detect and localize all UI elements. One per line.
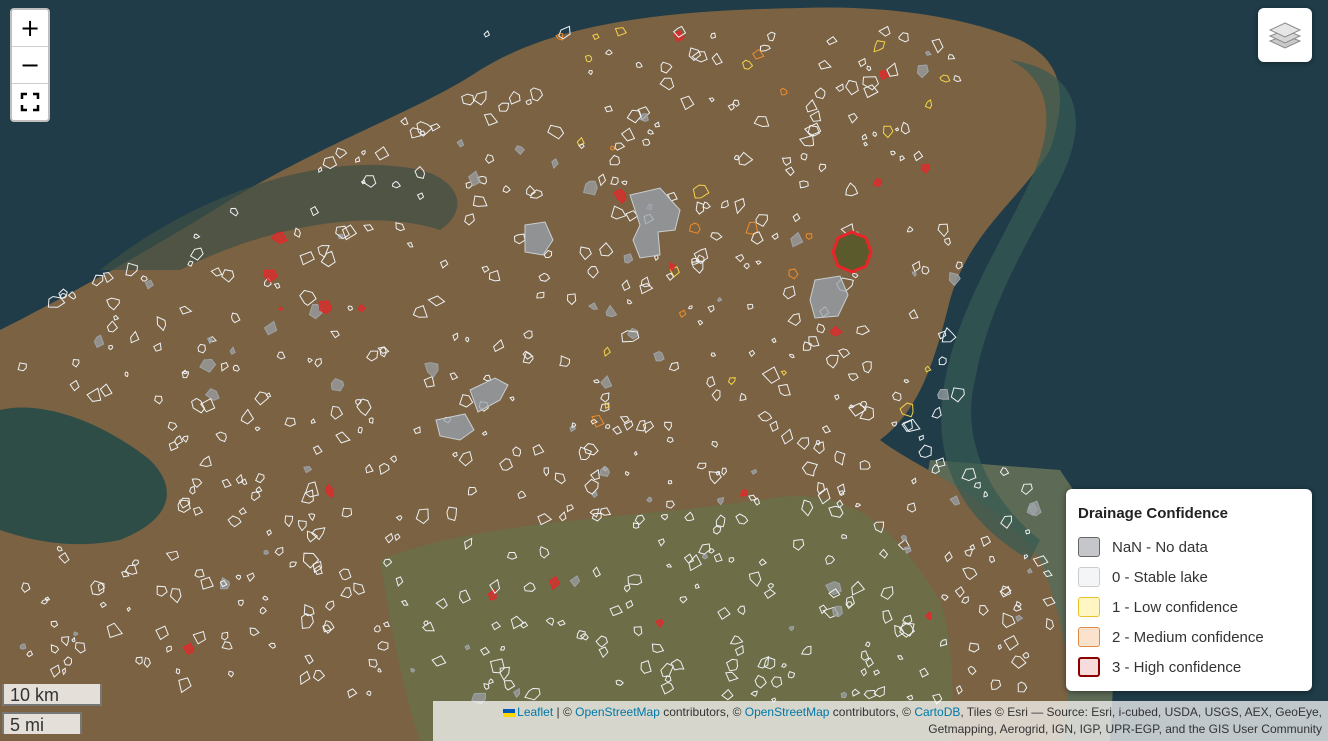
legend-label: 2 - Medium confidence xyxy=(1112,628,1264,646)
leaflet-link[interactable]: Leaflet xyxy=(517,705,553,719)
osm-link[interactable]: OpenStreetMap xyxy=(575,705,660,719)
lake-polygon[interactable] xyxy=(701,553,709,560)
legend-label: NaN - No data xyxy=(1112,538,1208,556)
zoom-in-button[interactable]: + xyxy=(12,10,48,47)
zoom-out-button[interactable]: − xyxy=(12,47,48,84)
legend-swatch xyxy=(1078,657,1100,677)
legend-swatch xyxy=(1078,537,1100,557)
lake-polygon[interactable] xyxy=(831,605,843,618)
legend-item: NaN - No data xyxy=(1078,532,1300,562)
legend-label: 1 - Low confidence xyxy=(1112,598,1238,616)
legend-panel: Drainage Confidence NaN - No data 0 - Sta… xyxy=(1066,489,1312,691)
attribution-text: contributors, © xyxy=(829,705,915,719)
attribution-text: contributors, © xyxy=(659,705,745,719)
osm-link[interactable]: OpenStreetMap xyxy=(745,705,830,719)
lake-polygon[interactable] xyxy=(73,631,79,636)
zoom-control: + − xyxy=(10,8,50,122)
fullscreen-icon xyxy=(20,92,40,112)
scale-bar-mi: 5 mi xyxy=(2,712,82,735)
legend-title: Drainage Confidence xyxy=(1078,505,1229,522)
ukraine-flag-icon xyxy=(503,708,516,717)
lake-polygon[interactable] xyxy=(840,691,848,699)
attribution-text: | © xyxy=(553,705,576,719)
legend-label: 3 - High confidence xyxy=(1112,658,1242,676)
lake-polygon[interactable] xyxy=(19,643,27,650)
layers-button[interactable] xyxy=(1258,8,1312,62)
lake-polygon[interactable] xyxy=(263,549,269,555)
attribution: Leaflet | © OpenStreetMap contributors, … xyxy=(433,701,1328,741)
lake-polygon[interactable] xyxy=(900,534,908,542)
attribution-text: , Tiles © Esri — Source: Esri, i-cubed, … xyxy=(960,705,1322,719)
lake-polygon[interactable] xyxy=(937,389,950,400)
legend-item: 2 - Medium confidence xyxy=(1078,622,1300,652)
cartodb-link[interactable]: CartoDB xyxy=(914,705,960,719)
legend-swatch xyxy=(1078,567,1100,587)
fullscreen-button[interactable] xyxy=(12,84,48,120)
legend-item: 0 - Stable lake xyxy=(1078,562,1300,592)
legend-swatch xyxy=(1078,597,1100,617)
layers-icon xyxy=(1268,22,1302,49)
legend-item: 3 - High confidence xyxy=(1078,652,1300,682)
attribution-line-2: Getmapping, Aerogrid, IGN, IGP, UPR-EGP,… xyxy=(928,722,1322,736)
lake-polygon[interactable] xyxy=(358,304,366,312)
legend-swatch xyxy=(1078,627,1100,647)
legend-item: 1 - Low confidence xyxy=(1078,592,1300,622)
lake-high-confidence-highlight[interactable] xyxy=(831,230,873,274)
legend-label: 0 - Stable lake xyxy=(1112,568,1208,586)
scale-bar-km: 10 km xyxy=(2,684,102,706)
